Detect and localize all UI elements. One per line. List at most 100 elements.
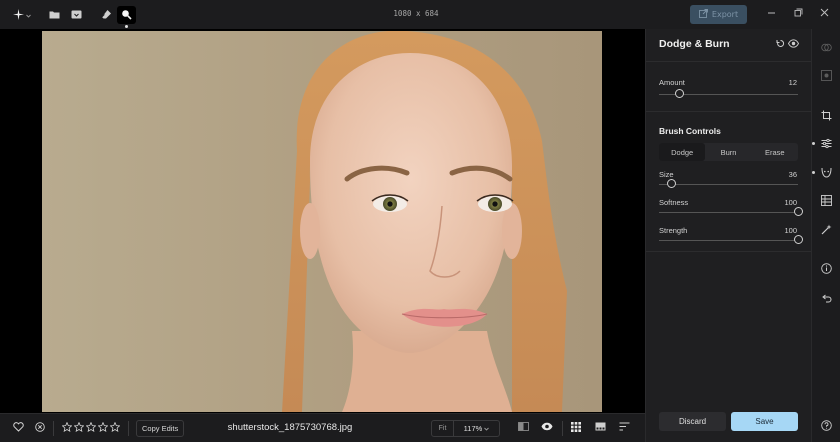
- strength-slider[interactable]: [659, 235, 803, 245]
- divider: [53, 421, 54, 436]
- magic-wand-icon[interactable]: [820, 223, 833, 236]
- rail-indicator: [812, 142, 815, 145]
- brush-controls-title: Brush Controls: [659, 126, 721, 136]
- discard-button[interactable]: Discard: [659, 412, 726, 431]
- close-icon: [820, 8, 829, 19]
- select-subject-icon[interactable]: [820, 69, 833, 82]
- import-image-button[interactable]: [68, 6, 84, 24]
- file-name: shutterstock_1875730768.jpg: [227, 422, 353, 433]
- copy-edits-button[interactable]: Copy Edits: [136, 420, 185, 437]
- adjust-sliders-icon[interactable]: [820, 137, 833, 150]
- preview-button[interactable]: [541, 422, 553, 433]
- crop-icon[interactable]: [820, 109, 833, 122]
- favorite-button[interactable]: [13, 422, 24, 434]
- eraser-icon: [101, 9, 112, 22]
- fit-button[interactable]: Fit: [432, 421, 454, 436]
- help-icon[interactable]: [820, 419, 833, 432]
- divider: [646, 61, 812, 62]
- chevron-down-icon: [26, 11, 31, 20]
- mode-dodge-button[interactable]: Dodge: [659, 143, 706, 161]
- portrait-photo[interactable]: [42, 31, 602, 412]
- divider: [128, 421, 129, 436]
- reject-icon: [35, 422, 45, 434]
- divider: [646, 251, 812, 252]
- dodge-burn-tool-button[interactable]: [117, 6, 136, 24]
- layers-icon[interactable]: [820, 41, 833, 54]
- star-icon[interactable]: [97, 421, 109, 434]
- zoom-control: Fit 117%: [431, 420, 500, 437]
- brush-mode-selector: Dodge Burn Erase: [659, 143, 798, 161]
- top-toolbar: 1080 x 684 Export: [0, 0, 840, 29]
- image-import-icon: [71, 10, 82, 21]
- softness-slider[interactable]: [659, 207, 803, 217]
- mode-erase-button[interactable]: Erase: [752, 143, 798, 161]
- open-folder-button[interactable]: [46, 6, 62, 24]
- grid-view-button[interactable]: [571, 422, 581, 434]
- zoom-value: 117%: [463, 424, 483, 433]
- close-window-button[interactable]: [820, 8, 829, 19]
- export-icon: [698, 9, 708, 20]
- eye-icon: [787, 39, 800, 50]
- bottom-bar: Copy Edits shutterstock_1875730768.jpg F…: [0, 413, 645, 442]
- slider-thumb[interactable]: [675, 89, 685, 98]
- star-icon[interactable]: [109, 421, 121, 434]
- amount-label: Amount: [659, 78, 685, 87]
- grid-icon: [571, 422, 581, 434]
- info-icon[interactable]: [820, 262, 833, 275]
- image-canvas[interactable]: [0, 29, 645, 413]
- chevron-down-icon: [484, 424, 490, 433]
- sort-icon: [619, 422, 630, 433]
- dodge-burn-icon: [121, 9, 132, 22]
- star-icon[interactable]: [85, 421, 97, 434]
- divider: [562, 421, 563, 436]
- reject-button[interactable]: [35, 422, 45, 434]
- size-value: 36: [788, 170, 797, 179]
- folder-icon: [49, 10, 60, 21]
- structure-icon[interactable]: [820, 194, 833, 207]
- split-view-icon: [518, 422, 529, 433]
- restore-button[interactable]: [794, 8, 803, 19]
- slider-thumb[interactable]: [793, 207, 803, 216]
- minimize-icon: [767, 10, 776, 19]
- amount-slider[interactable]: [659, 89, 798, 99]
- size-label: Size: [659, 170, 674, 179]
- compare-button[interactable]: [518, 422, 529, 433]
- mode-burn-button[interactable]: Burn: [705, 143, 751, 161]
- strength-value: 100: [784, 226, 797, 235]
- slider-thumb[interactable]: [667, 179, 676, 188]
- face-retouch-icon[interactable]: [820, 166, 833, 179]
- star-icon[interactable]: [61, 421, 73, 434]
- slider-thumb[interactable]: [793, 235, 803, 244]
- toggle-preview-button[interactable]: [787, 39, 800, 50]
- export-label: Export: [711, 10, 739, 19]
- star-icon[interactable]: [73, 421, 85, 434]
- image-dimensions: 1080 x 684: [393, 9, 439, 18]
- filmstrip-button[interactable]: [595, 422, 606, 433]
- strength-label: Strength: [659, 226, 688, 235]
- sort-button[interactable]: [619, 422, 630, 433]
- minimize-button[interactable]: [767, 8, 776, 19]
- active-tool-indicator: [125, 25, 128, 28]
- star-rating[interactable]: [61, 421, 121, 434]
- export-button[interactable]: Export: [690, 5, 747, 24]
- save-button[interactable]: Save: [731, 412, 798, 431]
- reset-icon: [776, 39, 785, 50]
- size-slider[interactable]: [659, 179, 798, 189]
- slider-track: [659, 183, 798, 185]
- softness-label: Softness: [659, 198, 689, 207]
- history-undo-icon[interactable]: [820, 292, 833, 305]
- panel-title: Dodge & Burn: [659, 38, 730, 50]
- slider-track: [659, 239, 798, 241]
- divider: [646, 111, 812, 112]
- reset-button[interactable]: [776, 39, 785, 50]
- sparkle-menu-button[interactable]: [12, 6, 32, 24]
- adjustment-panel: Dodge & Burn Amount 12 Brush Controls Do…: [645, 29, 812, 442]
- filmstrip-icon: [595, 422, 606, 433]
- amount-value: 12: [788, 78, 797, 87]
- zoom-dropdown[interactable]: 117%: [454, 421, 499, 436]
- slider-track: [659, 211, 798, 213]
- rail-indicator: [812, 171, 815, 174]
- eraser-tool-button[interactable]: [98, 6, 114, 24]
- softness-value: 100: [784, 198, 797, 207]
- heart-icon: [13, 422, 24, 434]
